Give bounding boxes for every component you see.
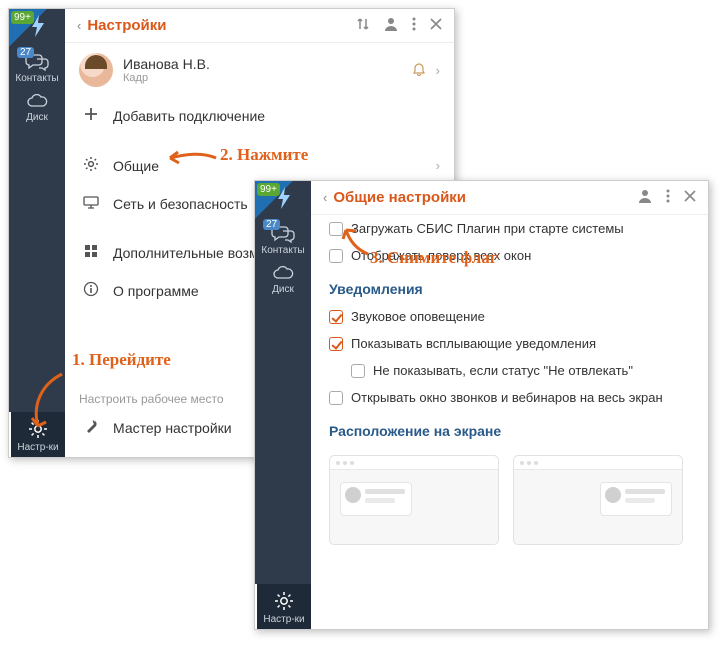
checkbox-label: Загружать СБИС Плагин при старте системы [351,221,624,236]
sidebar-item-settings[interactable]: Настр-ки [255,584,311,629]
sidebar-item-label: Контакты [9,73,65,84]
sidebar-item-contacts[interactable]: 27 Контакты [9,47,65,88]
contacts-badge: 27 [263,219,280,230]
sidebar-item-label: Настр-ки [257,614,311,625]
page-title: Настройки [87,17,342,34]
page-title: Общие настройки [333,189,624,206]
sound-row[interactable]: Звуковое оповещение [311,303,708,330]
checkbox-label: Открывать окно звонков и вебинаров на ве… [351,390,663,405]
general-header: ‹ Общие настройки [311,181,708,215]
close-icon[interactable] [684,190,696,205]
sidebar-item-label: Контакты [255,245,311,256]
avatar [79,53,113,87]
sidebar-item-label: Диск [255,284,311,295]
sidebar-item-settings[interactable]: Настр-ки [9,412,65,457]
checkbox-dnd[interactable] [351,364,365,378]
sidebar-item-label: Диск [9,112,65,123]
cloud-icon [25,94,49,110]
sidebar-item-disk[interactable]: Диск [9,88,65,127]
checkbox-always-on-top[interactable] [329,249,343,263]
position-option-right[interactable] [513,455,683,545]
checkbox-popup[interactable] [329,337,343,351]
checkbox-label: Не показывать, если статус "Не отвлекать… [373,363,633,378]
position-thumbnails [311,445,708,555]
plus-icon [79,107,103,124]
user-sub: Кадр [123,72,412,84]
app-sidebar: 99+ 27 Контакты Диск Настр-ки [9,9,65,457]
info-icon [79,281,103,300]
checkbox-label: Звуковое оповещение [351,309,485,324]
back-icon[interactable]: ‹ [323,190,327,205]
popup-row[interactable]: Показывать всплывающие уведомления [311,330,708,357]
network-icon [79,195,103,212]
dnd-row[interactable]: Не показывать, если статус "Не отвлекать… [311,357,708,384]
cloud-icon [271,266,295,282]
checkbox-sound[interactable] [329,310,343,324]
sidebar-item-disk[interactable]: Диск [255,260,311,299]
load-on-start-row[interactable]: Загружать СБИС Плагин при старте системы [311,215,708,242]
row-label: Добавить подключение [113,108,440,124]
grid-icon [79,244,103,261]
settings-header: ‹ Настройки [65,9,454,43]
back-icon[interactable]: ‹ [77,18,81,33]
general-settings-window: 99+ 27 Контакты Диск Настр-ки ‹ Общие на… [254,180,709,630]
app-logo: 99+ [255,181,311,219]
more-icon[interactable] [412,17,416,34]
bell-icon[interactable] [412,62,426,79]
sidebar-item-label: Настр-ки [11,442,65,453]
contacts-badge: 27 [17,47,34,58]
general-content: ‹ Общие настройки Загружать СБИС Плагин … [311,181,708,629]
current-user-row[interactable]: Иванова Н.В. Кадр › [65,43,454,97]
checkbox-fullscreen-calls[interactable] [329,391,343,405]
position-option-left[interactable] [329,455,499,545]
close-icon[interactable] [430,18,442,33]
always-on-top-row[interactable]: Отображать поверх всех окон [311,242,708,269]
add-connection-row[interactable]: Добавить подключение [65,97,454,134]
fullscreen-calls-row[interactable]: Открывать окно звонков и вебинаров на ве… [311,384,708,411]
chevron-right-icon: › [436,63,440,78]
app-logo: 99+ [9,9,65,47]
person-icon[interactable] [384,17,398,34]
user-name: Иванова Н.В. [123,56,412,72]
gear-icon [79,156,103,175]
section-notifications: Уведомления [311,269,708,303]
gear-icon [273,590,295,612]
sort-icon[interactable] [356,17,370,34]
checkbox-load-on-start[interactable] [329,222,343,236]
chevron-right-icon: › [436,158,440,173]
person-icon[interactable] [638,189,652,206]
more-icon[interactable] [666,189,670,206]
sidebar-item-contacts[interactable]: 27 Контакты [255,219,311,260]
wrench-icon [79,418,103,437]
gear-icon [27,418,49,440]
checkbox-label: Показывать всплывающие уведомления [351,336,596,351]
section-screen-position: Расположение на экране [311,411,708,445]
app-sidebar: 99+ 27 Контакты Диск Настр-ки [255,181,311,629]
row-label: Общие [113,158,436,174]
checkbox-label: Отображать поверх всех окон [351,248,531,263]
